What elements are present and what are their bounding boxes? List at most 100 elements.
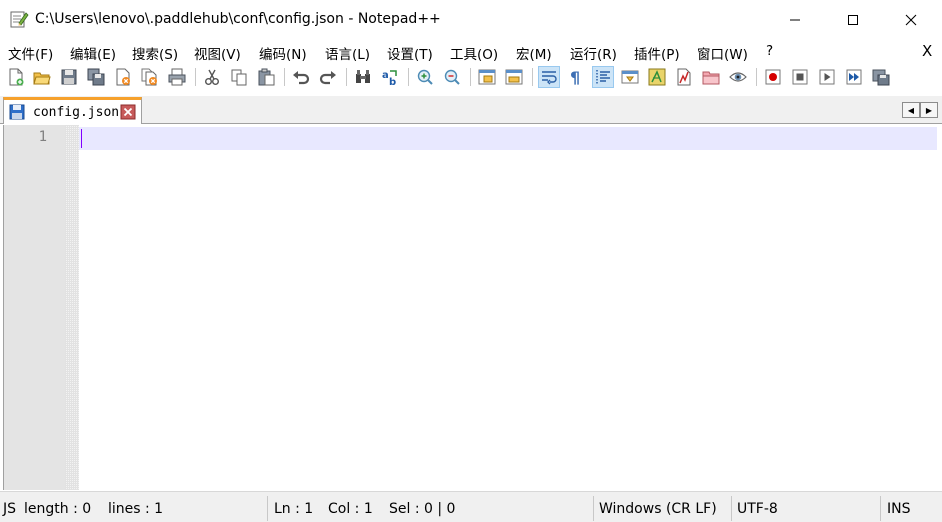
open-folder-button[interactable] <box>700 66 722 88</box>
menu-language[interactable]: 语言(L) <box>325 43 370 63</box>
tab-scroll-right-button[interactable]: ▶ <box>920 102 938 118</box>
status-bar: JS length : 0 lines : 1 Ln : 1 Col : 1 S… <box>0 491 942 522</box>
copy-button[interactable] <box>228 66 250 88</box>
status-column-position: Col : 1 <box>328 501 373 517</box>
fold-margin[interactable] <box>65 125 79 490</box>
folder-as-workspace-button[interactable] <box>673 66 695 88</box>
show-all-characters-button[interactable]: ¶ <box>565 66 587 88</box>
cut-icon <box>205 69 219 85</box>
toolbar: ab ¶ <box>0 63 942 92</box>
word-wrap-button[interactable] <box>538 66 560 88</box>
maximize-button[interactable] <box>824 0 882 40</box>
close-all-button[interactable] <box>139 66 161 88</box>
sync-vertical-icon <box>478 69 496 85</box>
status-encoding: UTF-8 <box>737 501 778 517</box>
toolbar-separator <box>195 68 196 86</box>
current-line-highlight <box>79 127 937 150</box>
tab-close-icon[interactable] <box>120 104 136 120</box>
find-icon <box>356 70 370 83</box>
indent-guide-button[interactable] <box>592 66 614 88</box>
stop-recording-button[interactable] <box>789 66 811 88</box>
monitoring-button[interactable] <box>727 66 749 88</box>
menu-tools[interactable]: 工具(O) <box>450 43 498 63</box>
toolbar-separator <box>532 68 533 86</box>
save-all-button[interactable] <box>85 66 107 88</box>
print-button[interactable] <box>166 66 188 88</box>
undo-button[interactable] <box>290 66 312 88</box>
copy-icon <box>231 69 247 86</box>
menu-plugins[interactable]: 插件(P) <box>634 43 680 63</box>
minimize-icon <box>790 19 800 21</box>
menu-window[interactable]: 窗口(W) <box>697 43 748 63</box>
zoom-in-icon <box>417 69 433 85</box>
stop-recording-icon <box>792 69 808 85</box>
toolbar-separator <box>284 68 285 86</box>
open-file-icon <box>33 72 51 85</box>
save-macro-icon <box>872 69 890 86</box>
tab-scroll-arrows: ◀ ▶ <box>902 102 938 118</box>
menu-file[interactable]: 文件(F) <box>8 43 53 63</box>
new-file-button[interactable] <box>5 66 27 88</box>
show-all-characters-icon: ¶ <box>570 68 580 86</box>
save-all-icon <box>87 68 105 86</box>
svg-text:a: a <box>382 70 389 81</box>
status-language: JS <box>3 501 17 517</box>
function-list-button[interactable] <box>646 66 668 88</box>
find-button[interactable] <box>352 66 374 88</box>
replace-button[interactable]: ab <box>379 66 401 88</box>
menu-edit[interactable]: 编辑(E) <box>70 43 116 63</box>
title-bar: C:\Users\lenovo\.paddlehub\conf\config.j… <box>0 0 942 40</box>
status-line-position: Ln : 1 <box>274 501 314 517</box>
run-macro-multiple-button[interactable] <box>843 66 865 88</box>
editor-area[interactable]: 1 <box>3 125 939 490</box>
eye-icon <box>729 72 747 82</box>
sync-horizontal-button[interactable] <box>503 66 525 88</box>
paste-icon <box>258 68 275 86</box>
open-file-button[interactable] <box>31 66 53 88</box>
close-document-button[interactable]: X <box>922 42 932 60</box>
tab-config-json[interactable]: config.json <box>3 97 142 124</box>
minimize-button[interactable] <box>766 0 824 40</box>
status-length: length : 0 <box>24 501 92 517</box>
menu-view[interactable]: 视图(V) <box>194 43 241 63</box>
menu-settings[interactable]: 设置(T) <box>387 43 433 63</box>
save-button[interactable] <box>58 66 80 88</box>
line-number: 1 <box>38 129 47 145</box>
menu-run[interactable]: 运行(R) <box>570 43 617 63</box>
redo-button[interactable] <box>317 66 339 88</box>
status-lines: lines : 1 <box>108 501 164 517</box>
line-number-margin: 1 <box>4 125 65 490</box>
close-window-button[interactable] <box>882 0 940 40</box>
save-macro-button[interactable] <box>870 66 892 88</box>
close-all-icon <box>141 68 157 86</box>
status-separator <box>593 496 594 521</box>
new-file-icon <box>9 68 24 86</box>
paste-button[interactable] <box>255 66 277 88</box>
tab-scroll-left-button[interactable]: ◀ <box>902 102 920 118</box>
svg-text:¶: ¶ <box>570 68 580 86</box>
sync-horizontal-icon <box>505 69 523 85</box>
close-file-button[interactable] <box>112 66 134 88</box>
maximize-icon <box>848 15 858 25</box>
menu-search[interactable]: 搜索(S) <box>132 43 178 63</box>
print-icon <box>168 68 186 86</box>
play-macro-button[interactable] <box>816 66 838 88</box>
cut-button[interactable] <box>201 66 223 88</box>
menu-help[interactable]: ? <box>766 43 773 59</box>
sync-vertical-button[interactable] <box>476 66 498 88</box>
tab-label: config.json <box>33 105 120 120</box>
menu-macro[interactable]: 宏(M) <box>516 43 552 63</box>
menu-encoding[interactable]: 编码(N) <box>259 43 307 63</box>
document-map-button[interactable] <box>619 66 641 88</box>
status-selection: Sel : 0 | 0 <box>389 501 456 517</box>
record-macro-icon <box>765 69 781 85</box>
status-separator <box>880 496 881 521</box>
record-macro-button[interactable] <box>762 66 784 88</box>
zoom-in-button[interactable] <box>414 66 436 88</box>
toolbar-separator <box>470 68 471 86</box>
indent-guide-icon <box>596 70 610 84</box>
zoom-out-icon <box>444 69 460 85</box>
folder-as-workspace-icon <box>677 68 691 86</box>
saved-file-icon <box>9 104 25 120</box>
zoom-out-button[interactable] <box>441 66 463 88</box>
